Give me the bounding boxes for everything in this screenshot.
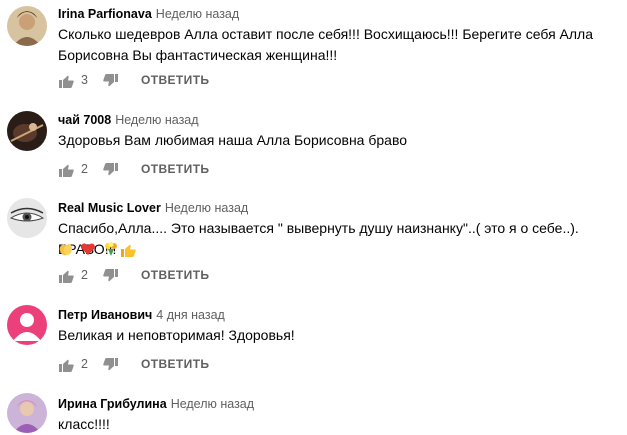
comment-text: Сколько шедевров Алла оставит после себя… — [58, 26, 594, 63]
comment-text: класс!!!! — [58, 416, 110, 432]
like-icon[interactable] — [58, 357, 74, 373]
like-icon[interactable] — [58, 162, 74, 178]
emoji-row — [58, 240, 121, 258]
thumbs-up-icon — [120, 242, 136, 258]
reply-button[interactable]: ОТВЕТИТЬ — [141, 357, 209, 371]
like-icon[interactable] — [58, 268, 74, 284]
reply-button[interactable]: ОТВЕТИТЬ — [141, 268, 209, 282]
avatar[interactable] — [7, 305, 47, 345]
like-count: 2 — [81, 357, 88, 371]
comment-timestamp[interactable]: Неделю назад — [171, 397, 254, 411]
comment-timestamp[interactable]: Неделю назад — [156, 7, 239, 21]
dislike-icon[interactable] — [103, 162, 119, 178]
comment-text: Великая и неповторимая! Здоровья! — [58, 327, 295, 343]
like-count: 2 — [81, 162, 88, 176]
reply-button[interactable]: ОТВЕТИТЬ — [141, 162, 209, 176]
dislike-icon[interactable] — [103, 268, 119, 284]
comment-timestamp[interactable]: Неделю назад — [115, 113, 198, 127]
reply-button[interactable]: ОТВЕТИТЬ — [141, 73, 209, 87]
comment-timestamp[interactable]: 4 дня назад — [156, 308, 225, 322]
comment-author[interactable]: чай 7008 — [58, 113, 111, 127]
dislike-icon[interactable] — [103, 73, 119, 89]
avatar[interactable] — [7, 198, 47, 238]
comments-section: Irina Parfionava Неделю назад Сколько шед… — [0, 0, 627, 435]
comment-author[interactable]: Петр Иванович — [58, 308, 152, 322]
like-count: 3 — [81, 73, 88, 87]
dislike-icon[interactable] — [103, 357, 119, 373]
avatar[interactable] — [7, 111, 47, 151]
clapping-hands-icon — [58, 241, 74, 257]
bouquet-icon — [103, 241, 119, 257]
heart-icon — [80, 241, 96, 257]
comment-timestamp[interactable]: Неделю назад — [165, 201, 248, 215]
comment-author[interactable]: Ирина Грибулина — [58, 397, 167, 411]
comment-text: Здоровья Вам любимая наша Алла Борисовна… — [58, 132, 408, 148]
like-count: 2 — [81, 268, 88, 282]
comment-author[interactable]: Real Music Lover — [58, 201, 161, 215]
comment-author[interactable]: Irina Parfionava — [58, 7, 152, 21]
avatar[interactable] — [7, 6, 47, 46]
comment-text: Спасибо,Алла.... Это называется " выверн… — [58, 218, 618, 260]
like-icon[interactable] — [58, 73, 74, 89]
avatar[interactable] — [7, 393, 47, 433]
